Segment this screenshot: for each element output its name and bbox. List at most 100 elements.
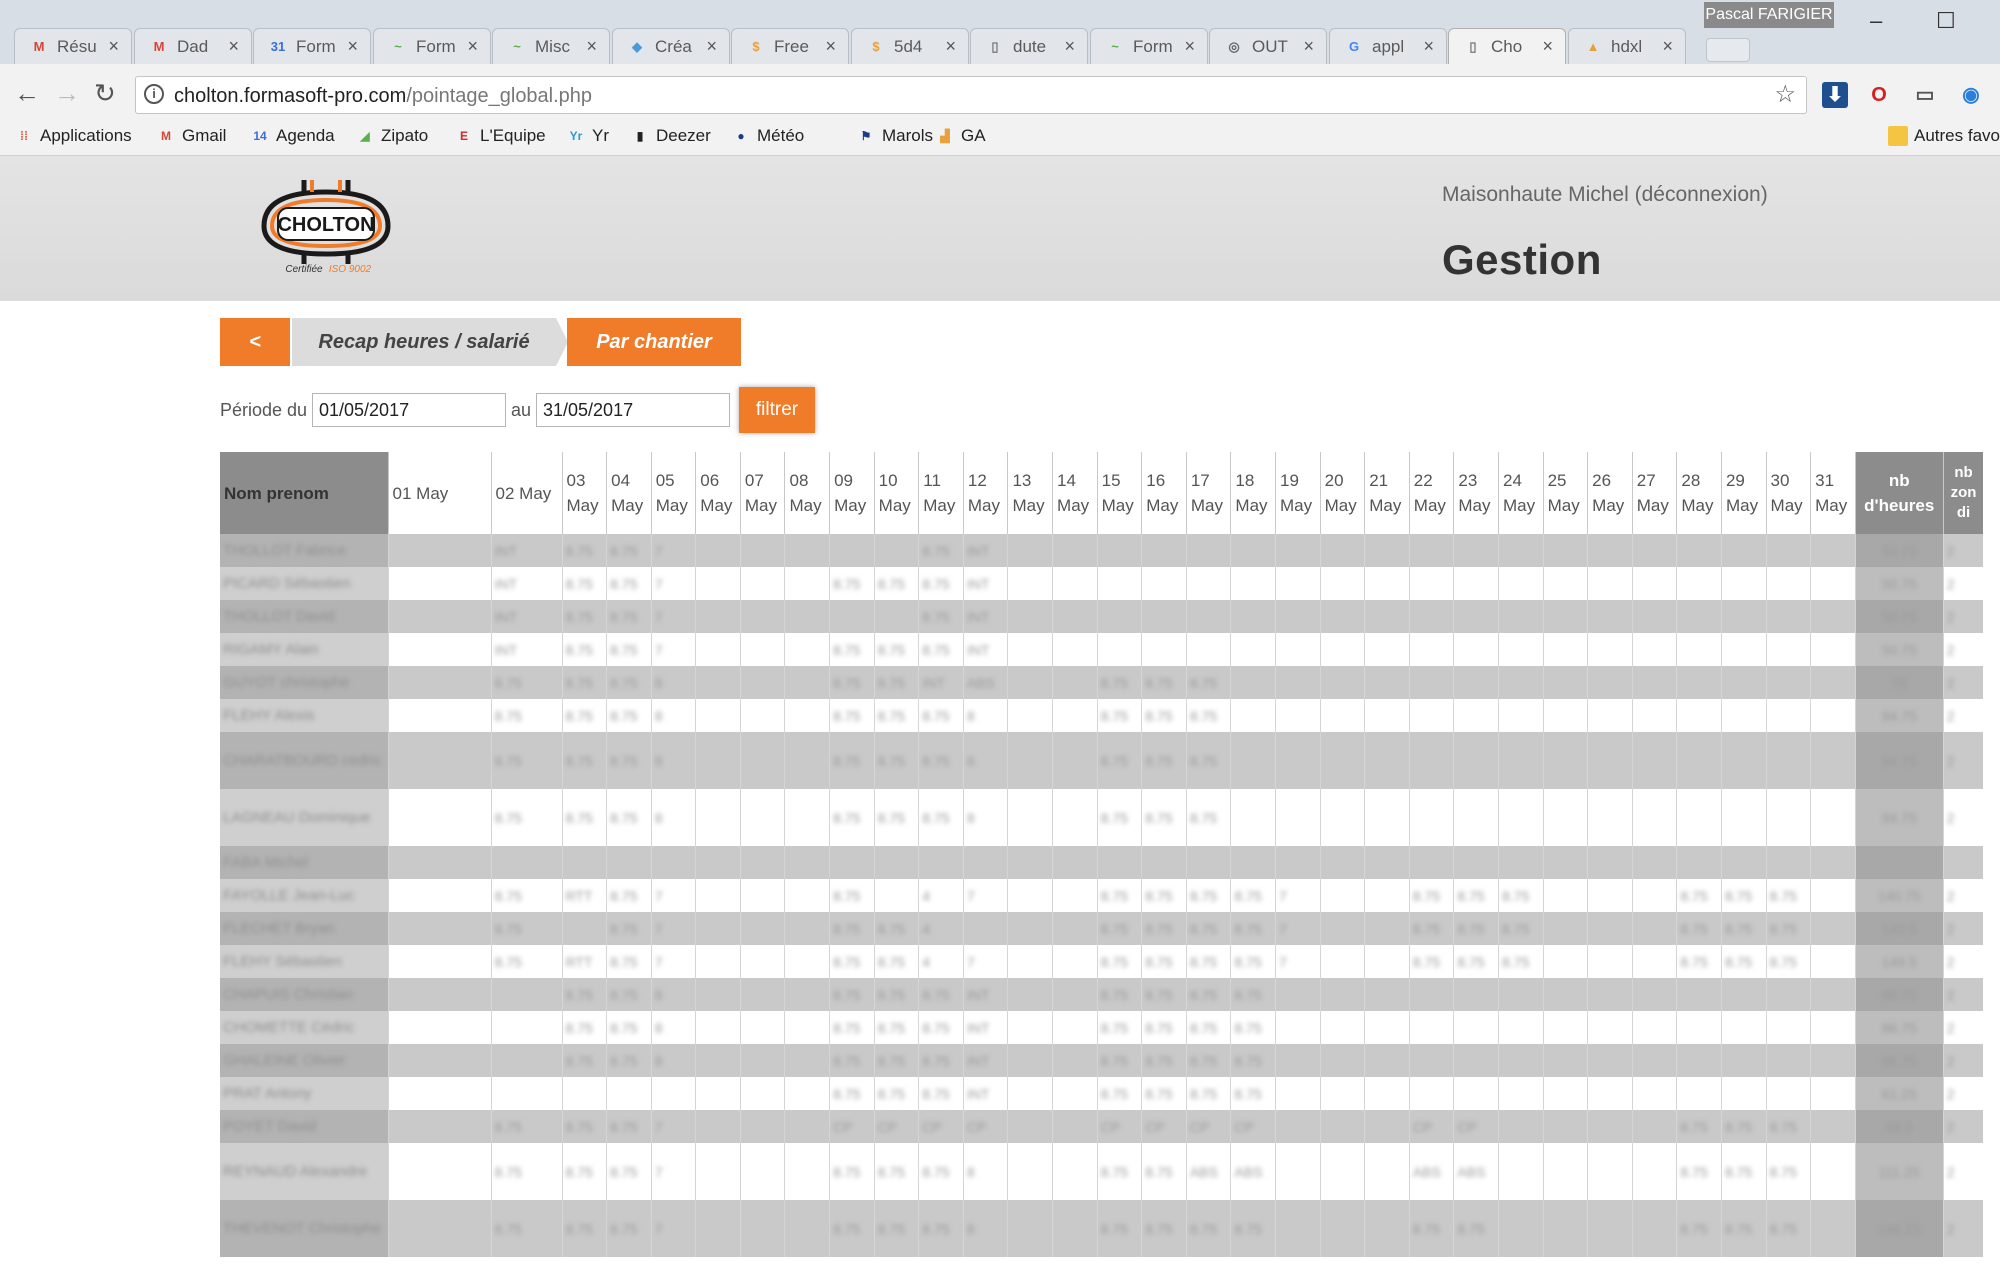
forward-arrow-icon[interactable]: → bbox=[54, 78, 80, 108]
reload-icon[interactable]: ↻ bbox=[94, 78, 116, 108]
table-row[interactable]: CHARATBOURD cedric 8.75 8.75 8.75 8 8.75 8.75 8… bbox=[220, 732, 1984, 789]
close-icon[interactable]: × bbox=[825, 36, 836, 56]
maximize-icon[interactable]: ☐ bbox=[1936, 6, 1956, 36]
day-cell: 8 bbox=[962, 732, 1008, 789]
day-cell: 8.75 bbox=[490, 666, 563, 699]
date-to-input[interactable] bbox=[536, 393, 730, 427]
other-bookmarks-folder[interactable]: Autres favoris bbox=[1888, 126, 2000, 150]
browser-tab[interactable]: $ Free × bbox=[731, 28, 849, 64]
address-bar[interactable]: i cholton.formasoft-pro.com/pointage_glo… bbox=[135, 76, 1807, 114]
minimize-icon[interactable]: – bbox=[1870, 6, 1882, 36]
download-extension-icon[interactable]: ⬇ bbox=[1822, 82, 1848, 108]
close-icon[interactable]: × bbox=[108, 36, 119, 56]
table-row[interactable]: REYNAUD Alexandre 8.75 8.75 8.75 7 8.75 8.75 8.… bbox=[220, 1143, 1984, 1200]
table-row[interactable]: RIGAMY Alain INT 8.75 8.75 7 8.75 8.75 8.75 INT 5… bbox=[220, 633, 1984, 666]
profile-button[interactable]: Pascal FARIGIER bbox=[1704, 2, 1834, 28]
bookmark-l-equipe[interactable]: E L'Equipe bbox=[454, 126, 546, 150]
day-cell: 4 bbox=[918, 879, 964, 912]
browser-tab[interactable]: ▲ hdxl × bbox=[1568, 28, 1686, 64]
employee-name-text: GHALEINE Olivier bbox=[223, 1051, 346, 1069]
close-icon[interactable]: × bbox=[228, 36, 239, 56]
tab-recap-heures[interactable]: Recap heures / salarié bbox=[292, 318, 556, 366]
extra-value: 2 bbox=[1946, 920, 1955, 937]
table-row[interactable]: THOLLOT David INT 8.75 8.75 7 8.75 INT 50.75 2 bbox=[220, 600, 1984, 633]
info-icon[interactable]: i bbox=[144, 84, 164, 104]
close-icon[interactable]: × bbox=[347, 36, 358, 56]
day-hours: 8.75 bbox=[833, 920, 861, 937]
bookmark-zipato[interactable]: ◢ Zipato bbox=[355, 126, 428, 150]
user-logout-link[interactable]: Maisonhaute Michel (déconnexion) bbox=[1442, 183, 1768, 207]
new-tab-button[interactable] bbox=[1706, 38, 1750, 62]
browser-tab[interactable]: ◎ OUT × bbox=[1209, 28, 1327, 64]
employee-name-text: CHAPUIS Christian bbox=[223, 985, 354, 1003]
browser-tab[interactable]: M Résu × bbox=[14, 28, 132, 64]
day-cell bbox=[1542, 912, 1588, 945]
day-cell bbox=[695, 567, 741, 600]
day-column-header: 29 May bbox=[1720, 452, 1767, 534]
bookmark-agenda[interactable]: 14 Agenda bbox=[250, 126, 334, 150]
table-row[interactable]: CHAPUIS Christian 8.75 8.75 8 8.75 8.75 8.75 IN… bbox=[220, 978, 1984, 1011]
table-row[interactable]: LAGNEAU Dominique 8.75 8.75 8.75 8 8.75 8.75 8.… bbox=[220, 789, 1984, 846]
browser-tab[interactable]: ▯ dute × bbox=[970, 28, 1088, 64]
browser-tab[interactable]: 31 Form × bbox=[253, 28, 371, 64]
bookmark-marols[interactable]: ⚑ Marols bbox=[856, 126, 933, 150]
table-row[interactable]: FLEHY Sébastien 8.75 RTT 8.75 7 8.75 8.75 4 7 8.7… bbox=[220, 945, 1984, 978]
employee-name: FLEHY Sébastien bbox=[220, 945, 389, 978]
browser-tab[interactable]: ▯ Cho × bbox=[1448, 28, 1566, 64]
day-cell bbox=[1720, 1011, 1767, 1044]
close-icon[interactable]: × bbox=[945, 36, 956, 56]
day-cell bbox=[1631, 534, 1677, 567]
url-text[interactable]: cholton.formasoft-pro.com/pointage_globa… bbox=[174, 85, 592, 107]
close-icon[interactable]: × bbox=[1303, 36, 1314, 56]
bookmark-applications[interactable]: ⁞⁞ Applications bbox=[14, 126, 132, 150]
browser-tab[interactable]: ~ Form × bbox=[373, 28, 491, 64]
day-cell bbox=[1319, 600, 1365, 633]
browser-tab[interactable]: ◆ Créa × bbox=[612, 28, 730, 64]
close-icon[interactable]: × bbox=[586, 36, 597, 56]
browser-tab[interactable]: ~ Form × bbox=[1090, 28, 1208, 64]
total-hours-cell: 50.75 bbox=[1854, 600, 1944, 633]
day-hours: CP bbox=[1189, 1118, 1210, 1135]
table-row[interactable]: PRAT Antony 8.75 8.75 8.75 INT 8.75 8.75 8.75 8.… bbox=[220, 1077, 1984, 1110]
table-row[interactable]: FAYOLLE Jean-Luc 8.75 RTT 8.75 7 8.75 4 7 8.75 8.… bbox=[220, 879, 1984, 912]
cholton-logo[interactable]: CHOLTON Certifiée ISO 9002 bbox=[256, 174, 396, 274]
close-icon[interactable]: × bbox=[1542, 36, 1553, 56]
bookmark-yr[interactable]: Yr Yr bbox=[566, 126, 609, 150]
table-row[interactable]: POYET David 8.75 8.75 8.75 7 CP CP CP CP CP CP CP CP… bbox=[220, 1110, 1984, 1143]
close-icon[interactable]: × bbox=[1184, 36, 1195, 56]
table-row[interactable]: FLEHY Alexis 8.75 8.75 8.75 8 8.75 8.75 8.75 8 8.… bbox=[220, 699, 1984, 732]
cast-icon[interactable]: ▭ bbox=[1912, 82, 1938, 108]
day-hours: CP bbox=[877, 1118, 898, 1135]
back-button[interactable]: < bbox=[220, 318, 290, 366]
browser-tab[interactable]: ~ Misc × bbox=[492, 28, 610, 64]
table-row[interactable]: PICARD Sébastien INT 8.75 8.75 7 8.75 8.75 8.75… bbox=[220, 567, 1984, 600]
bookmark-ga[interactable]: ▟ GA bbox=[935, 126, 985, 150]
browser-tab[interactable]: $5d4 × bbox=[851, 28, 969, 64]
close-icon[interactable]: × bbox=[1064, 36, 1075, 56]
browser-tab[interactable]: Gappl × bbox=[1329, 28, 1447, 64]
extension-icon[interactable]: ◉ bbox=[1958, 82, 1984, 108]
table-row[interactable]: GHALEINE Olivier 8.75 8.75 8 8.75 8.75 8.75 INT… bbox=[220, 1044, 1984, 1077]
table-row[interactable]: THOLLOT Fabrice INT 8.75 8.75 7 8.75 INT 50.75 2 bbox=[220, 534, 1984, 567]
close-icon[interactable]: × bbox=[1662, 36, 1673, 56]
date-from-input[interactable] bbox=[312, 393, 506, 427]
opera-extension-icon[interactable]: O bbox=[1866, 82, 1892, 108]
table-row[interactable]: FABA Michel bbox=[220, 846, 1984, 879]
table-row[interactable]: CHOMETTE Cédric 8.75 8.75 8 8.75 8.75 8.75 INT 8… bbox=[220, 1011, 1984, 1044]
back-arrow-icon[interactable]: ← bbox=[14, 78, 40, 108]
browser-tab[interactable]: M Dad × bbox=[134, 28, 252, 64]
table-row[interactable]: GUYOT christophe 8.75 8.75 8.75 8 8.75 8.75 INT… bbox=[220, 666, 1984, 699]
close-icon[interactable]: × bbox=[706, 36, 717, 56]
filter-button[interactable]: filtrer bbox=[739, 387, 815, 433]
tab-par-chantier[interactable]: Par chantier bbox=[567, 318, 741, 366]
bookmark-gmail[interactable]: M Gmail bbox=[156, 126, 226, 150]
day-hours: 8.75 bbox=[877, 1163, 905, 1180]
day-cell bbox=[1275, 1011, 1321, 1044]
bookmark-star-icon[interactable]: ☆ bbox=[1774, 81, 1796, 109]
bookmark-m-t-o[interactable]: ● Météo bbox=[731, 126, 804, 150]
table-row[interactable]: FLECHET Bryan 8.75 8.75 7 8.75 8.75 4 8.75 8.75 8… bbox=[220, 912, 1984, 945]
close-icon[interactable]: × bbox=[1423, 36, 1434, 56]
bookmark-deezer[interactable]: ▮ Deezer bbox=[630, 126, 711, 150]
table-row[interactable]: THEVENOT Christophe 8.75 8.75 8.75 7 8.75 8.75… bbox=[220, 1200, 1984, 1257]
close-icon[interactable]: × bbox=[467, 36, 478, 56]
